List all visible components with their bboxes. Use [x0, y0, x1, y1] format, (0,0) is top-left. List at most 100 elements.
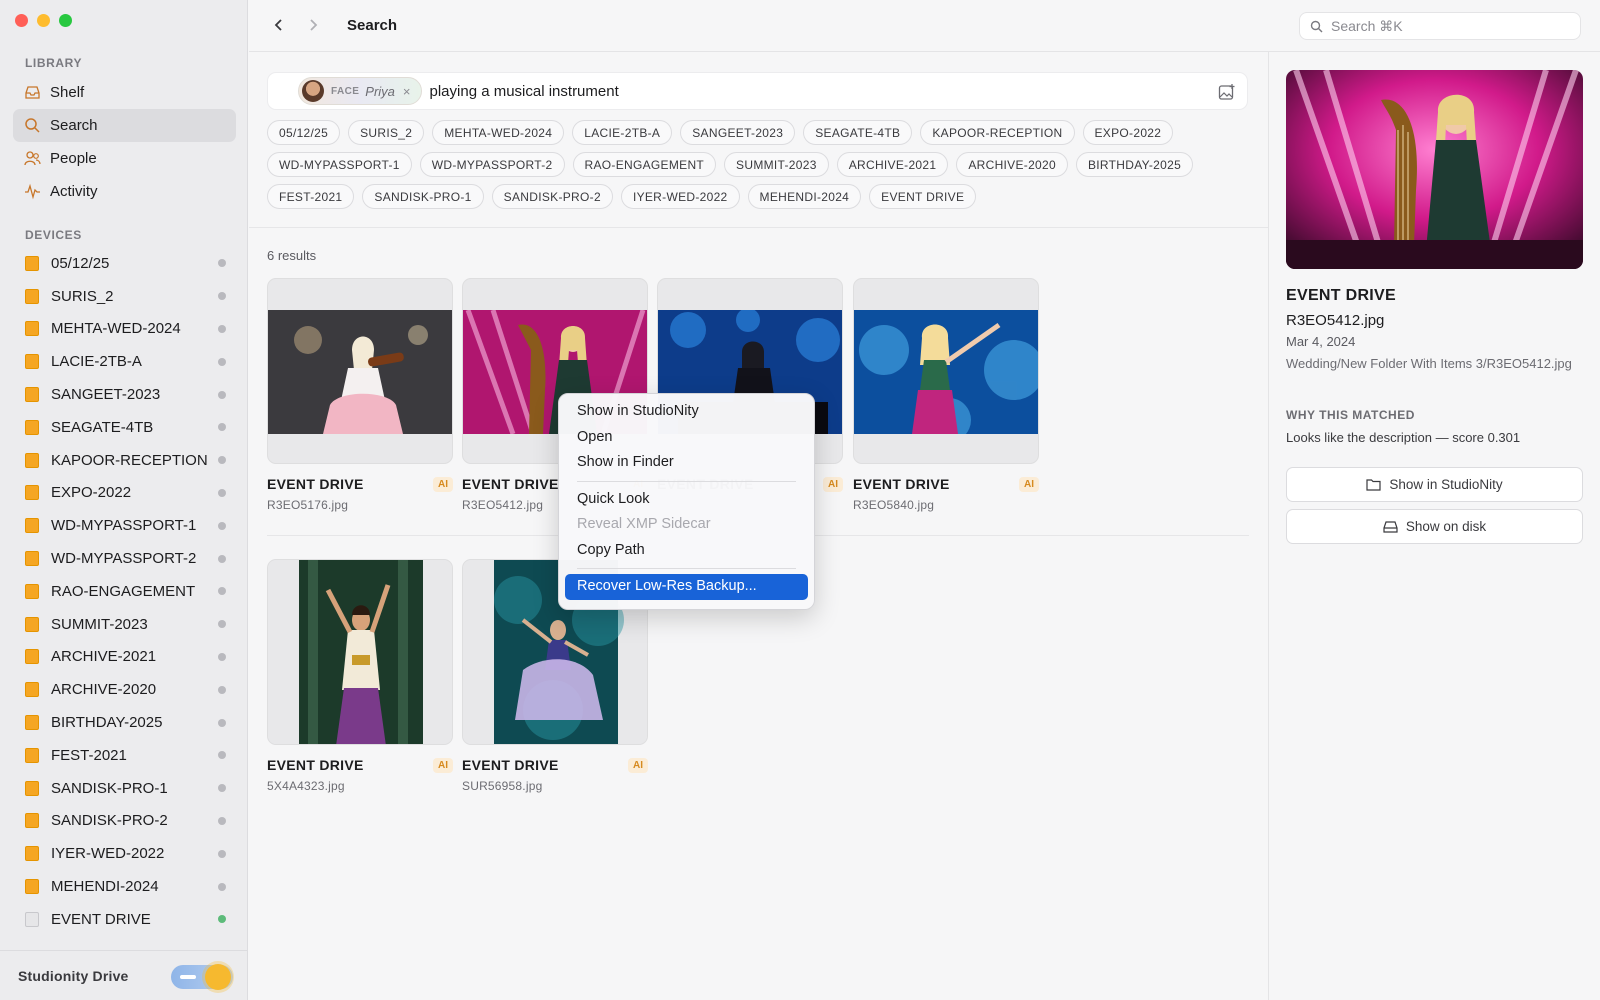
result-thumbnail[interactable]	[853, 278, 1039, 464]
ai-badge: AI	[433, 476, 453, 492]
result-card[interactable]: EVENT DRIVE AI R3EO5176.jpg	[267, 278, 453, 512]
query-text[interactable]: playing a musical instrument	[430, 83, 619, 100]
sidebar-item-activity[interactable]: Activity	[13, 175, 236, 208]
result-drive-name: EVENT DRIVE	[462, 476, 559, 492]
menu-item[interactable]: Recover Low-Res Backup...	[565, 574, 808, 600]
avatar	[302, 80, 324, 102]
filter-chip[interactable]: ARCHIVE-2020	[956, 152, 1068, 177]
minimize-window-button[interactable]	[37, 14, 50, 27]
context-menu: Show in StudioNity Open Show in Finder Quic…	[558, 393, 815, 610]
device-label: FEST-2021	[51, 746, 127, 764]
filter-chip[interactable]: ARCHIVE-2021	[836, 152, 949, 177]
face-tag: FACE	[331, 85, 360, 97]
filter-chip[interactable]: SANDISK-PRO-1	[362, 184, 484, 209]
device-item[interactable]: WD-MYPASSPORT-2	[13, 542, 236, 575]
sidebar: LIBRARY Shelf Search People Activity DEV…	[0, 0, 248, 1000]
filter-chip[interactable]: SURIS_2	[348, 120, 425, 145]
face-filter-chip[interactable]: FACE Priya ×	[298, 77, 422, 105]
drive-icon	[25, 551, 39, 567]
sidebar-item-shelf[interactable]: Shelf	[13, 76, 236, 109]
preview-image[interactable]	[1286, 70, 1583, 269]
filter-chip[interactable]: BIRTHDAY-2025	[1075, 152, 1194, 177]
device-label: WD-MYPASSPORT-1	[51, 517, 197, 535]
status-dot	[218, 324, 226, 333]
menu-item[interactable]: Show in Finder	[565, 450, 808, 476]
filter-chip[interactable]: KAPOOR-RECEPTION	[920, 120, 1075, 145]
filter-chip[interactable]: SANGEET-2023	[680, 120, 796, 145]
drive-toggle[interactable]	[171, 964, 233, 990]
device-item[interactable]: KAPOOR-RECEPTION	[13, 444, 236, 477]
device-label: ARCHIVE-2020	[51, 681, 157, 699]
filter-chip[interactable]: IYER-WED-2022	[620, 184, 740, 209]
device-item[interactable]: EVENT DRIVE	[13, 903, 236, 936]
menu-item[interactable]: Copy Path	[565, 538, 808, 564]
global-search[interactable]	[1299, 12, 1581, 40]
back-button[interactable]	[271, 15, 287, 41]
filter-chip[interactable]: SANDISK-PRO-2	[491, 184, 613, 209]
drive-filter-chips: 05/12/25 SURIS_2 MEHTA-WED-2024 LACIE-2TB-A…	[267, 120, 1247, 209]
menu-item[interactable]: Show in StudioNity	[565, 399, 808, 425]
filter-chip[interactable]: LACIE-2TB-A	[572, 120, 673, 145]
status-dot	[218, 488, 226, 497]
forward-button[interactable]	[305, 15, 321, 41]
filter-chip[interactable]: MEHTA-WED-2024	[432, 120, 565, 145]
device-item[interactable]: EXPO-2022	[13, 477, 236, 510]
filter-chip[interactable]: EXPO-2022	[1082, 120, 1174, 145]
device-item[interactable]: ARCHIVE-2020	[13, 673, 236, 706]
device-item[interactable]: SURIS_2	[13, 280, 236, 313]
drive-icon	[25, 354, 39, 370]
device-item[interactable]: SANDISK-PRO-2	[13, 805, 236, 838]
filter-chip[interactable]: SUMMIT-2023	[724, 152, 829, 177]
global-search-input[interactable]	[1331, 18, 1561, 34]
device-item[interactable]: FEST-2021	[13, 739, 236, 772]
device-item[interactable]: MEHTA-WED-2024	[13, 313, 236, 346]
status-dot	[218, 816, 226, 825]
filter-chip[interactable]: WD-MYPASSPORT-1	[267, 152, 412, 177]
filter-chip[interactable]: FEST-2021	[267, 184, 355, 209]
device-label: 05/12/25	[51, 254, 110, 272]
filter-chip[interactable]: EVENT DRIVE	[869, 184, 977, 209]
result-card[interactable]: EVENT DRIVE AI R3EO5840.jpg	[853, 278, 1039, 512]
device-label: MEHTA-WED-2024	[51, 320, 181, 338]
result-card[interactable]: EVENT DRIVE AI 5X4A4323.jpg	[267, 559, 453, 793]
device-item[interactable]: MEHENDI-2024	[13, 870, 236, 903]
result-thumbnail[interactable]	[267, 278, 453, 464]
device-item[interactable]: 05/12/25	[13, 247, 236, 280]
device-item[interactable]: SEAGATE-4TB	[13, 411, 236, 444]
filter-chip[interactable]: 05/12/25	[267, 120, 341, 145]
image-search-button[interactable]	[1217, 82, 1237, 102]
detail-date: Mar 4, 2024	[1286, 334, 1356, 349]
result-thumbnail[interactable]	[267, 559, 453, 745]
remove-face-button[interactable]: ×	[403, 84, 411, 99]
sidebar-item-people[interactable]: People	[13, 142, 236, 175]
device-item[interactable]: SANGEET-2023	[13, 378, 236, 411]
status-dot	[218, 259, 226, 268]
filter-chip[interactable]: WD-MYPASSPORT-2	[419, 152, 565, 177]
device-item[interactable]: SUMMIT-2023	[13, 608, 236, 641]
device-item[interactable]: RAO-ENGAGEMENT	[13, 575, 236, 608]
result-title-row: EVENT DRIVE AI	[853, 475, 1039, 493]
close-window-button[interactable]	[15, 14, 28, 27]
drive-icon	[25, 911, 39, 927]
device-item[interactable]: SANDISK-PRO-1	[13, 772, 236, 805]
device-label: SUMMIT-2023	[51, 615, 148, 633]
filter-chip[interactable]: RAO-ENGAGEMENT	[572, 152, 717, 177]
query-box[interactable]: FACE Priya × playing a musical instrumen…	[267, 72, 1248, 110]
menu-item[interactable]: Open	[565, 425, 808, 451]
device-item[interactable]: ARCHIVE-2021	[13, 641, 236, 674]
filter-chip[interactable]: MEHENDI-2024	[747, 184, 862, 209]
sidebar-item-label: Shelf	[50, 84, 85, 101]
status-dot	[218, 357, 226, 366]
show-in-app-button[interactable]: Show in StudioNity	[1286, 467, 1583, 502]
zoom-window-button[interactable]	[59, 14, 72, 27]
device-item[interactable]: BIRTHDAY-2025	[13, 706, 236, 739]
show-on-disk-button[interactable]: Show on disk	[1286, 509, 1583, 544]
device-item[interactable]: LACIE-2TB-A	[13, 345, 236, 378]
status-dot	[218, 620, 226, 629]
sidebar-item-search[interactable]: Search	[13, 109, 236, 142]
filter-chip[interactable]: SEAGATE-4TB	[803, 120, 913, 145]
status-dot	[218, 882, 226, 891]
device-item[interactable]: IYER-WED-2022	[13, 837, 236, 870]
menu-item[interactable]: Quick Look	[565, 487, 808, 513]
device-item[interactable]: WD-MYPASSPORT-1	[13, 509, 236, 542]
